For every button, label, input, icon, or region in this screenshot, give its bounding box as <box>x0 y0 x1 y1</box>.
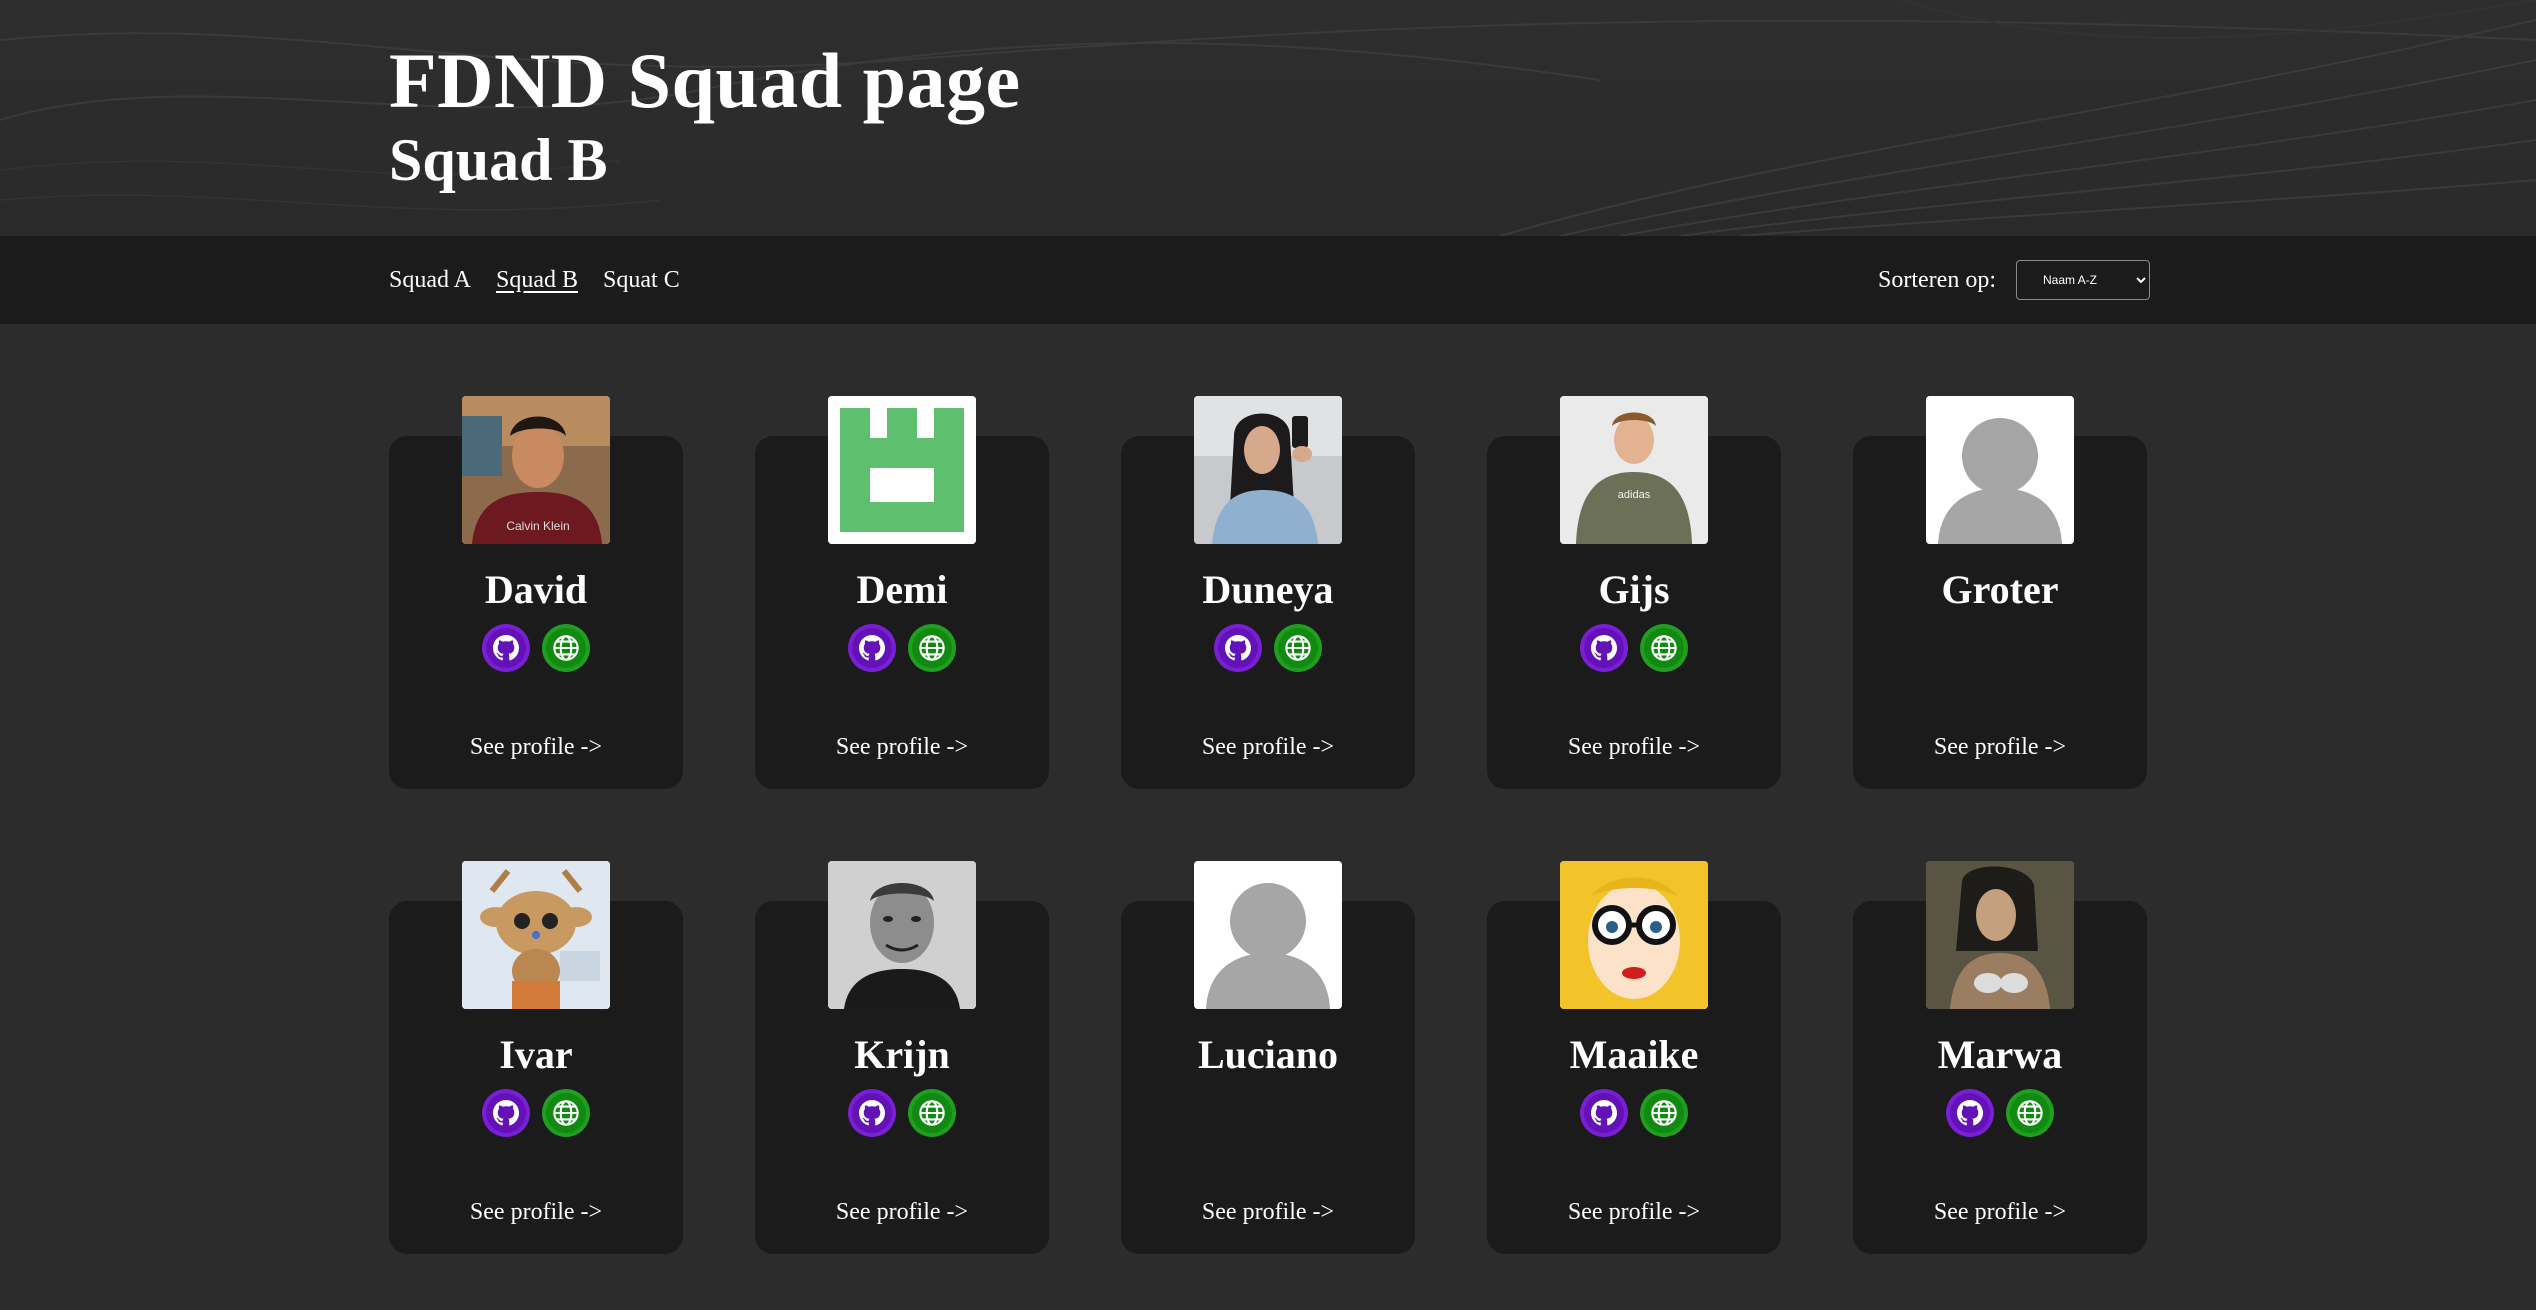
member-card-luciano: Luciano See profile -> <box>1121 861 1415 1254</box>
globe-icon[interactable] <box>2006 1089 2054 1137</box>
member-avatar <box>1926 861 2074 1009</box>
member-avatar <box>1194 861 1342 1009</box>
member-links <box>755 624 1049 672</box>
squad-link-b[interactable]: Squad B <box>496 267 578 294</box>
member-name: Marwa <box>1937 1032 2063 1077</box>
member-card-maaike: Maaike See profile -> <box>1487 861 1781 1254</box>
sort-select[interactable]: Naam A-Z <box>2016 260 2150 300</box>
globe-icon[interactable] <box>1640 1089 1688 1137</box>
squad-link-a[interactable]: Squad A <box>389 267 471 294</box>
github-icon[interactable] <box>1946 1089 1994 1137</box>
sort-control: Sorteren op: Naam A-Z <box>1878 236 2150 324</box>
sort-label: Sorteren op: <box>1878 266 1996 293</box>
member-name: Demi <box>856 567 948 612</box>
svg-text:Calvin Klein: Calvin Klein <box>506 519 569 533</box>
member-links <box>1121 624 1415 672</box>
member-name: Gijs <box>1598 567 1670 612</box>
squad-links: Squad A Squad B Squat C <box>389 236 680 324</box>
member-links <box>1487 1089 1781 1137</box>
squad-subtitle: Squad B <box>389 127 608 193</box>
member-name: Groter <box>1941 567 2059 612</box>
member-card-demi: Demi See profile -> <box>755 396 1049 789</box>
squad-link-c[interactable]: Squat C <box>603 267 680 294</box>
member-grid: Calvin Klein David See profile -> Demi S… <box>389 396 2149 1254</box>
member-links <box>755 1089 1049 1137</box>
member-avatar <box>1194 396 1342 544</box>
member-avatar <box>828 861 976 1009</box>
member-card-david: Calvin Klein David See profile -> <box>389 396 683 789</box>
globe-icon[interactable] <box>908 624 956 672</box>
member-card-groter: Groter See profile -> <box>1853 396 2147 789</box>
see-profile-link[interactable]: See profile -> <box>1121 1199 1415 1226</box>
member-avatar <box>828 396 976 544</box>
member-avatar <box>1560 861 1708 1009</box>
svg-text:adidas: adidas <box>1618 489 1651 501</box>
member-links <box>1487 624 1781 672</box>
member-links <box>389 624 683 672</box>
member-avatar: Calvin Klein <box>462 396 610 544</box>
member-card-gijs: adidas Gijs See profile -> <box>1487 396 1781 789</box>
github-icon[interactable] <box>1580 1089 1628 1137</box>
see-profile-link[interactable]: See profile -> <box>1487 1199 1781 1226</box>
member-name: Krijn <box>854 1032 950 1077</box>
member-card-krijn: Krijn See profile -> <box>755 861 1049 1254</box>
member-avatar: adidas <box>1560 396 1708 544</box>
globe-icon[interactable] <box>542 1089 590 1137</box>
member-links <box>1853 1089 2147 1137</box>
see-profile-link[interactable]: See profile -> <box>1853 1199 2147 1226</box>
see-profile-link[interactable]: See profile -> <box>755 734 1049 761</box>
globe-icon[interactable] <box>1640 624 1688 672</box>
see-profile-link[interactable]: See profile -> <box>1121 734 1415 761</box>
member-name: David <box>484 567 588 612</box>
github-icon[interactable] <box>1214 624 1262 672</box>
globe-icon[interactable] <box>1274 624 1322 672</box>
see-profile-link[interactable]: See profile -> <box>389 734 683 761</box>
see-profile-link[interactable]: See profile -> <box>1853 734 2147 761</box>
github-icon[interactable] <box>848 1089 896 1137</box>
member-card-duneya: Duneya See profile -> <box>1121 396 1415 789</box>
github-icon[interactable] <box>482 1089 530 1137</box>
globe-icon[interactable] <box>908 1089 956 1137</box>
member-name: Ivar <box>499 1032 573 1077</box>
github-icon[interactable] <box>848 624 896 672</box>
member-name: Luciano <box>1197 1032 1339 1077</box>
member-avatar <box>462 861 610 1009</box>
squad-navigation-bar: Squad A Squad B Squat C Sorteren op: Naa… <box>0 236 2536 324</box>
globe-icon[interactable] <box>542 624 590 672</box>
member-name: Maaike <box>1569 1032 1699 1077</box>
see-profile-link[interactable]: See profile -> <box>389 1199 683 1226</box>
see-profile-link[interactable]: See profile -> <box>755 1199 1049 1226</box>
github-icon[interactable] <box>482 624 530 672</box>
member-links <box>389 1089 683 1137</box>
member-card-marwa: Marwa See profile -> <box>1853 861 2147 1254</box>
member-avatar <box>1926 396 2074 544</box>
member-card-ivar: Ivar See profile -> <box>389 861 683 1254</box>
see-profile-link[interactable]: See profile -> <box>1487 734 1781 761</box>
member-name: Duneya <box>1202 567 1334 612</box>
page-header: FDND Squad page Squad B <box>0 0 2536 236</box>
page-title: FDND Squad page <box>389 37 1021 124</box>
github-icon[interactable] <box>1580 624 1628 672</box>
header-wave-pattern <box>0 0 2536 236</box>
